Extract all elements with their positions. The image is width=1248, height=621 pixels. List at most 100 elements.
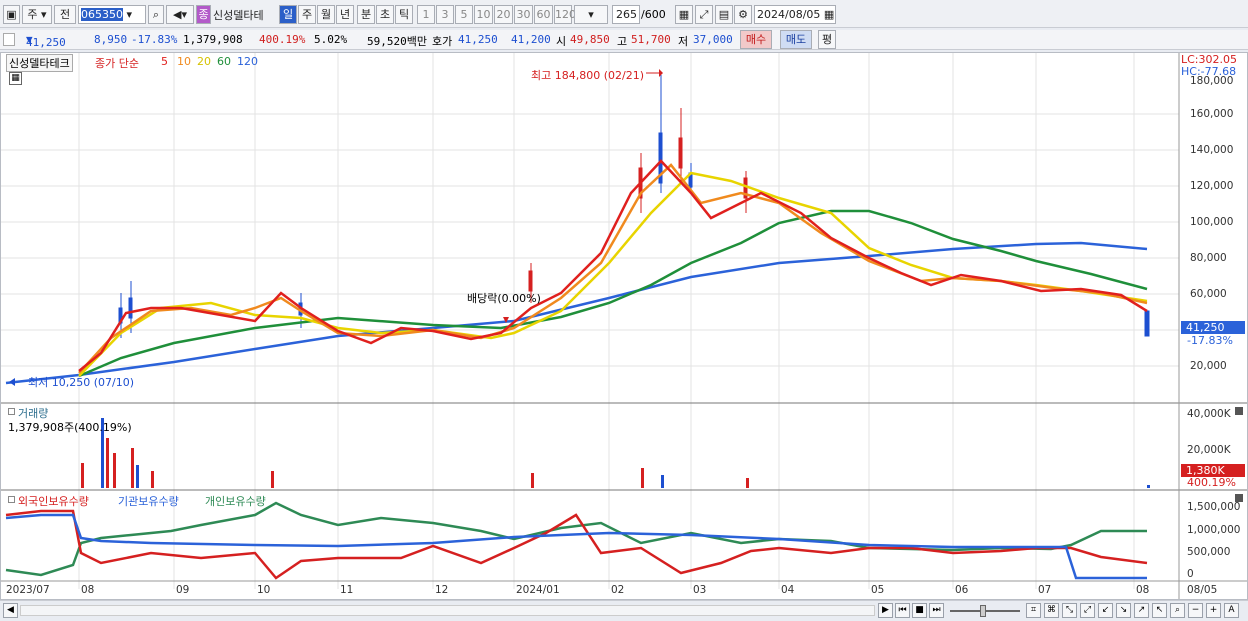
bid-price: 41,200 bbox=[511, 33, 551, 46]
search-icon[interactable]: ⌕ bbox=[148, 5, 164, 24]
scroll-right-icon[interactable]: ▶ bbox=[878, 603, 893, 618]
status-flag: 종 bbox=[196, 5, 211, 24]
toolbar: ▣ 주 ▾ 전 065350 ▾ ⌕ ◀▾ 종 신성델타테 일 주 월 년 분 … bbox=[0, 0, 1248, 28]
chart-tool-icon[interactable]: ⌗ bbox=[1026, 603, 1041, 618]
ask-price: 41,250 bbox=[458, 33, 498, 46]
tab-minute[interactable]: 분 bbox=[357, 5, 375, 24]
market-type-select[interactable]: 주 ▾ bbox=[22, 5, 52, 24]
current-price: 41,250 ▼ bbox=[26, 33, 66, 49]
interval-20[interactable]: 20 bbox=[494, 5, 513, 24]
chart-tool-icon[interactable]: ⌘ bbox=[1044, 603, 1059, 618]
interval-3[interactable]: 3 bbox=[436, 5, 454, 24]
x-tick: 06 bbox=[955, 584, 969, 596]
change-pct: -17.83% bbox=[131, 33, 178, 46]
x-tick: 03 bbox=[693, 584, 707, 596]
legend-ma5[interactable]: 5 bbox=[161, 55, 168, 68]
grid-icon[interactable]: ▦ bbox=[675, 5, 693, 24]
stock-name: 신성델타테 bbox=[213, 9, 264, 22]
avg-button[interactable]: 평 bbox=[818, 30, 836, 49]
chart-tool-icon[interactable]: ↗ bbox=[1134, 603, 1149, 618]
code-input[interactable]: 065350 ▾ bbox=[78, 5, 146, 24]
interval-1[interactable]: 1 bbox=[417, 5, 435, 24]
window-icon[interactable]: ▣ bbox=[3, 5, 20, 24]
x-tick: 09 bbox=[176, 584, 190, 596]
table-icon[interactable]: ▦ bbox=[9, 72, 22, 85]
zoom-out-icon[interactable]: − bbox=[1188, 603, 1203, 618]
volume-pct-tag: 400.19% bbox=[1187, 476, 1236, 489]
hold-y-tick: 1,500,000 bbox=[1187, 501, 1241, 513]
text-size-icon[interactable]: A bbox=[1224, 603, 1239, 618]
current-pct-tag: -17.83% bbox=[1187, 334, 1233, 347]
buy-button[interactable]: 매수 bbox=[740, 30, 772, 49]
ma5-line bbox=[78, 159, 1148, 372]
chart-tool-icon[interactable]: ↘ bbox=[1116, 603, 1131, 618]
legend-foreign[interactable]: 외국인보유수량 bbox=[18, 493, 89, 509]
legend-ma20[interactable]: 20 bbox=[197, 55, 211, 68]
interval-5[interactable]: 5 bbox=[455, 5, 473, 24]
tab-day[interactable]: 일 bbox=[279, 5, 297, 24]
volume-bars bbox=[81, 418, 1150, 488]
legend-ma120[interactable]: 120 bbox=[237, 55, 258, 68]
legend-institution[interactable]: 기관보유수량 bbox=[118, 493, 179, 509]
last-icon[interactable]: ⏭ bbox=[929, 603, 944, 618]
stop-icon[interactable]: ■ bbox=[912, 603, 927, 618]
x-tick: 2024/01 bbox=[516, 584, 560, 596]
ma10-line bbox=[78, 163, 1148, 374]
save-icon[interactable]: ▤ bbox=[715, 5, 733, 24]
first-icon[interactable]: ⏮ bbox=[895, 603, 910, 618]
interval-30[interactable]: 30 bbox=[514, 5, 533, 24]
date-input[interactable]: 2024/08/05 ▦ bbox=[754, 5, 836, 24]
gear-icon[interactable]: ⚙ bbox=[734, 5, 752, 24]
scrollbar-track[interactable] bbox=[20, 605, 875, 616]
interval-10[interactable]: 10 bbox=[474, 5, 493, 24]
panel-toggle-icon[interactable] bbox=[8, 496, 15, 503]
tab-month[interactable]: 월 bbox=[317, 5, 335, 24]
count-input[interactable]: 265 bbox=[612, 5, 640, 24]
panel-toggle-icon[interactable] bbox=[8, 408, 15, 415]
hoga-label: 호가 bbox=[432, 35, 453, 48]
zoom-handle[interactable] bbox=[980, 605, 986, 617]
tab-second[interactable]: 초 bbox=[376, 5, 394, 24]
ma20-line bbox=[78, 171, 1148, 377]
zoom-in-icon[interactable]: + bbox=[1206, 603, 1221, 618]
x-tick: 05 bbox=[871, 584, 885, 596]
interval-60[interactable]: 60 bbox=[534, 5, 553, 24]
stock-label[interactable]: 신성델타테크 bbox=[6, 54, 73, 72]
institution-holdings-line bbox=[5, 513, 1147, 580]
interval-select[interactable]: ▾ bbox=[574, 5, 608, 24]
chart-area: 신성델타테크 종가 단순 5 10 20 60 120 ▦ 최고 184,800… bbox=[0, 52, 1248, 600]
x-tick: 08 bbox=[1136, 584, 1150, 596]
kind-button[interactable]: 전 bbox=[54, 5, 76, 24]
legend-individual[interactable]: 개인보유수량 bbox=[205, 493, 266, 509]
tab-year[interactable]: 년 bbox=[336, 5, 354, 24]
y-grid bbox=[1, 113, 1179, 367]
change-value: 8,950 bbox=[94, 33, 128, 46]
x-tick: 07 bbox=[1038, 584, 1052, 596]
search-icon[interactable]: ⌕ bbox=[1170, 603, 1185, 618]
interval-120[interactable]: 120 bbox=[554, 5, 576, 24]
open-price: 49,850 bbox=[570, 33, 610, 46]
chart-tool-icon[interactable]: ↙ bbox=[1098, 603, 1113, 618]
close-panel-icon[interactable] bbox=[1235, 407, 1243, 415]
sell-button[interactable]: 매도 bbox=[780, 30, 812, 49]
legend-ma10[interactable]: 10 bbox=[177, 55, 191, 68]
hold-y-tick: 1,000,000 bbox=[1187, 524, 1241, 536]
current-price-tag: 41,250 bbox=[1181, 321, 1245, 334]
x-tick: 08 bbox=[81, 584, 95, 596]
close-panel-icon[interactable] bbox=[1235, 494, 1243, 502]
legend-ma60[interactable]: 60 bbox=[217, 55, 231, 68]
volume-ratio: 400.19% bbox=[259, 33, 306, 46]
scroll-left-icon[interactable]: ◀ bbox=[3, 603, 18, 618]
expand-icon[interactable] bbox=[3, 33, 15, 46]
tab-tick[interactable]: 틱 bbox=[395, 5, 413, 24]
chart-tool-icon[interactable]: ⤡ bbox=[1062, 603, 1077, 618]
compare-icon[interactable]: ⤢ bbox=[695, 5, 713, 24]
turnover-rate: 5.02% bbox=[314, 33, 348, 46]
x-tick-current: 08/05 bbox=[1187, 584, 1218, 596]
hold-y-tick: 0 bbox=[1187, 568, 1194, 580]
chart-tool-icon[interactable]: ↖ bbox=[1152, 603, 1167, 618]
chart-tool-icon[interactable]: ⤢ bbox=[1080, 603, 1095, 618]
speaker-icon[interactable]: ◀▾ bbox=[166, 5, 194, 24]
tab-week[interactable]: 주 bbox=[298, 5, 316, 24]
dividend-note: 배당락(0.00%) bbox=[467, 292, 541, 305]
